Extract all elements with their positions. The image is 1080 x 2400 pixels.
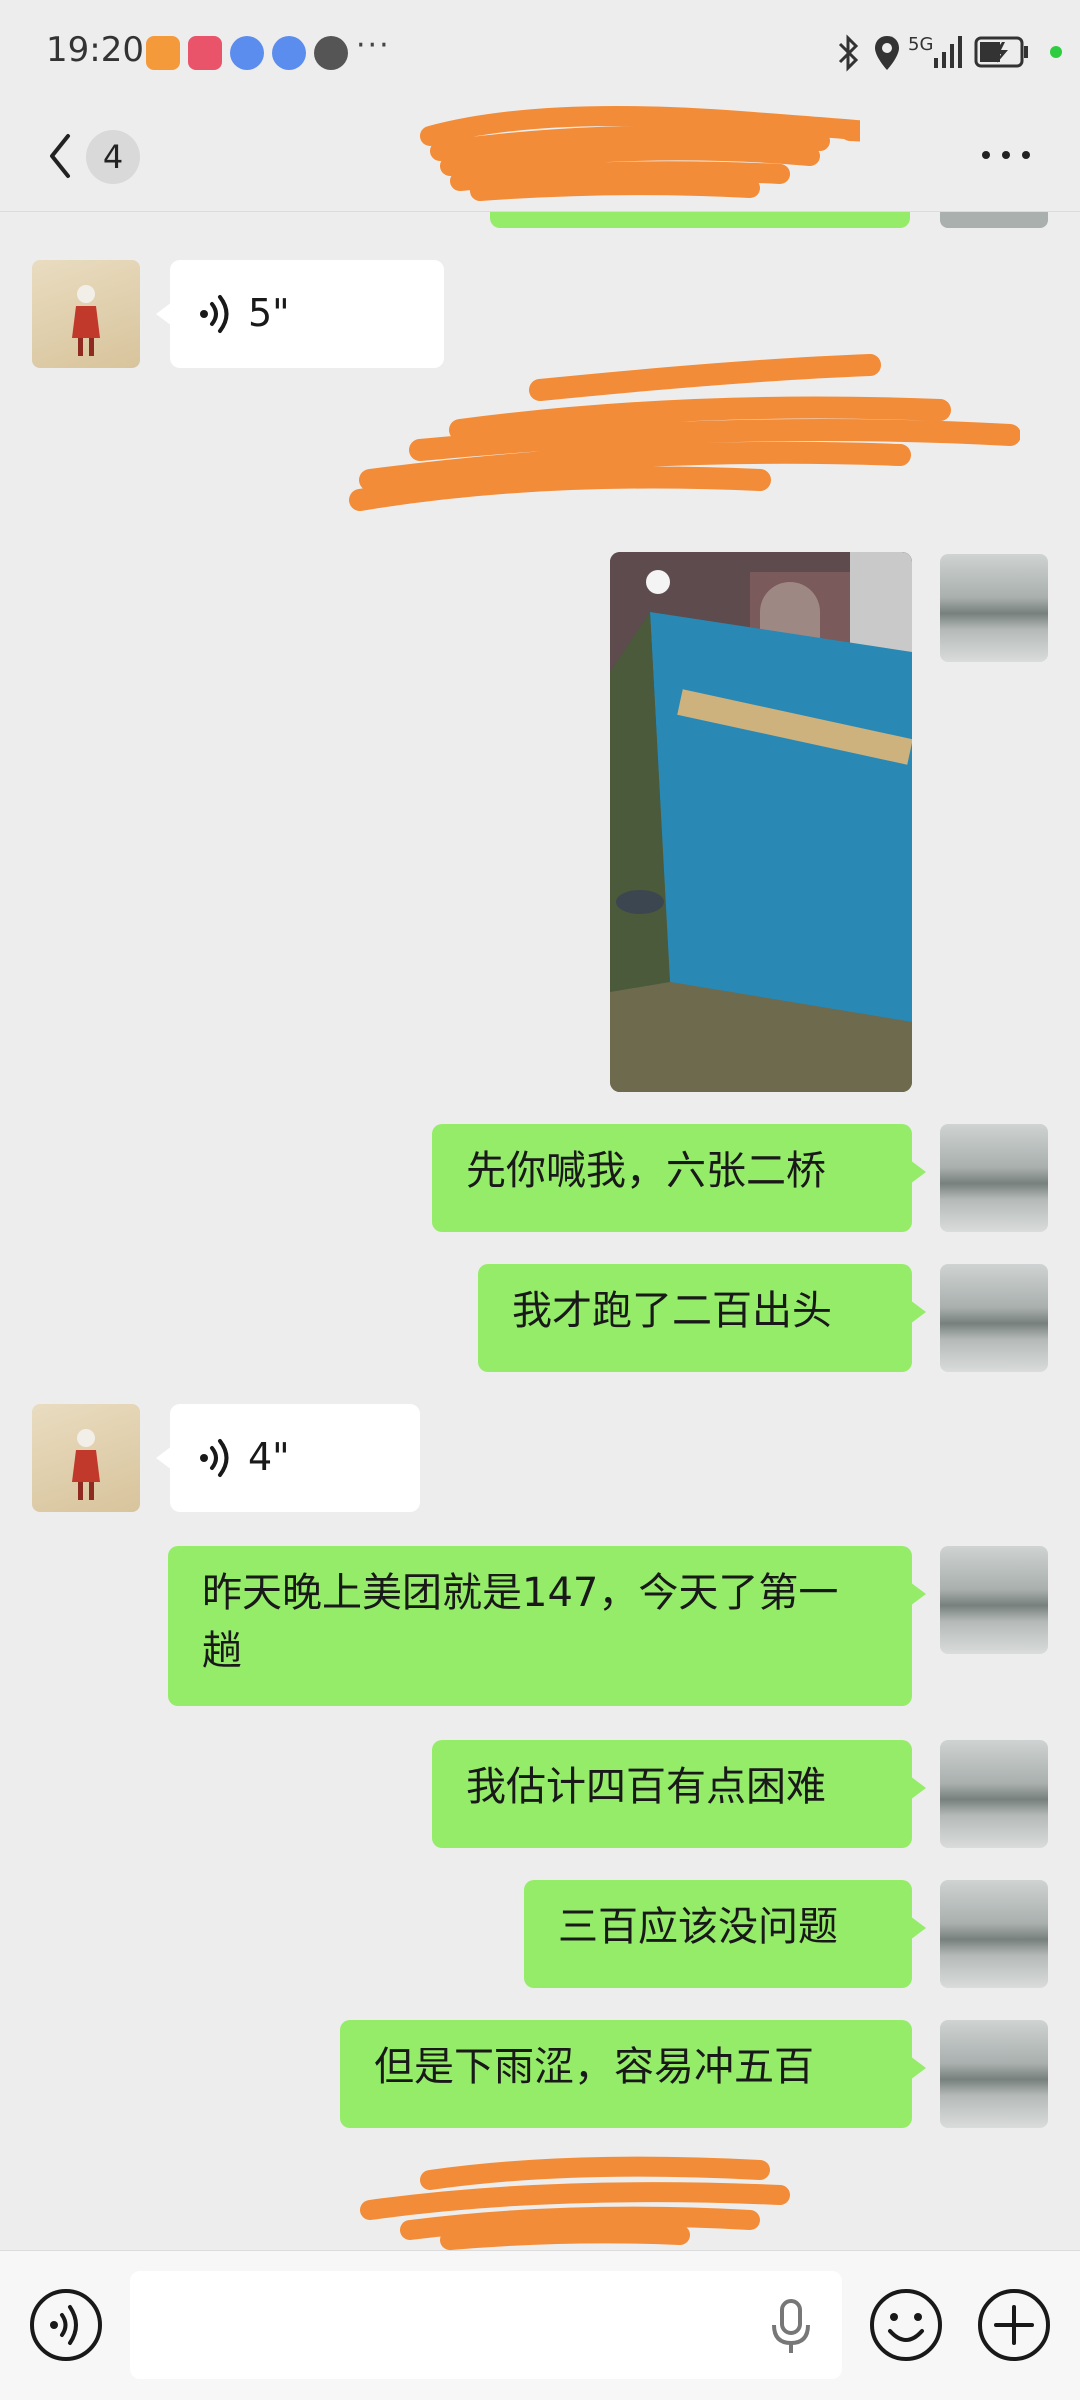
message-text: 昨天晚上美团就是147，今天了第一趟 [202, 1570, 839, 1674]
redaction-scribble [349, 354, 1020, 511]
message-icon [314, 36, 348, 70]
contact-avatar[interactable] [32, 260, 140, 368]
signal-icon [934, 36, 962, 68]
unread-count-badge[interactable]: 4 [86, 130, 140, 184]
text-message[interactable]: 先你喊我，六张二桥 [432, 1124, 926, 1232]
video-app-icon [188, 36, 222, 70]
browser-icon [272, 36, 306, 70]
voice-wave-icon [200, 1439, 229, 1477]
text-message[interactable]: 我才跑了二百出头 [478, 1264, 926, 1372]
plus-icon[interactable] [976, 2287, 1052, 2363]
contact-avatar-illustration [72, 1429, 100, 1500]
partial-message-bubble [490, 212, 910, 228]
redaction-scribble [360, 2156, 790, 2250]
self-avatar[interactable] [940, 1740, 1048, 1848]
voice-input-toggle-icon[interactable] [28, 2287, 104, 2363]
voice-duration: 5" [248, 291, 290, 335]
message-input[interactable] [130, 2271, 842, 2379]
self-avatar[interactable] [940, 1546, 1048, 1654]
bluetooth-icon [838, 34, 859, 72]
text-message[interactable]: 三百应该没问题 [524, 1880, 926, 1988]
text-message[interactable]: 我估计四百有点困难 [432, 1740, 926, 1848]
self-avatar[interactable] [940, 554, 1048, 662]
partial-self-avatar [940, 212, 1048, 228]
contact-avatar[interactable] [32, 1404, 140, 1512]
self-avatar[interactable] [940, 1264, 1048, 1372]
contact-avatar-illustration [72, 285, 100, 356]
status-time: 19:20 [46, 30, 144, 70]
battery-charging-icon [974, 36, 1028, 68]
message-text: 但是下雨涩，容易冲五百 [374, 2044, 814, 2090]
self-avatar[interactable] [940, 1880, 1048, 1988]
voice-message[interactable]: 4" [156, 1404, 420, 1512]
photo-content [610, 552, 912, 1092]
network-type: 5G [908, 34, 934, 55]
more-options-icon[interactable] [976, 130, 1036, 180]
image-message[interactable] [610, 552, 912, 1092]
message-text: 先你喊我，六张二桥 [466, 1148, 826, 1194]
voice-duration: 4" [248, 1435, 290, 1479]
microphone-icon[interactable] [768, 2297, 814, 2357]
text-message[interactable]: 昨天晚上美团就是147，今天了第一趟 [168, 1546, 926, 1706]
voice-wave-icon [200, 295, 229, 333]
location-icon [875, 36, 899, 70]
input-bar [0, 2250, 1080, 2400]
status-bar: 19:20 ··· 5G [0, 0, 1080, 100]
active-indicator-icon [1050, 46, 1062, 58]
message-text: 三百应该没问题 [558, 1904, 838, 1950]
redaction-scribble [420, 106, 860, 201]
message-text: 我估计四百有点困难 [466, 1764, 826, 1810]
message-text: 我才跑了二百出头 [512, 1288, 832, 1334]
back-arrow-icon[interactable] [40, 126, 80, 186]
browser-icon [230, 36, 264, 70]
app-notification-icon [146, 36, 180, 70]
self-avatar[interactable] [940, 2020, 1048, 2128]
self-avatar[interactable] [940, 1124, 1048, 1232]
emoji-icon[interactable] [868, 2287, 944, 2363]
text-message[interactable]: 但是下雨涩，容易冲五百 [340, 2020, 926, 2128]
more-notifications-icon: ··· [356, 28, 391, 63]
